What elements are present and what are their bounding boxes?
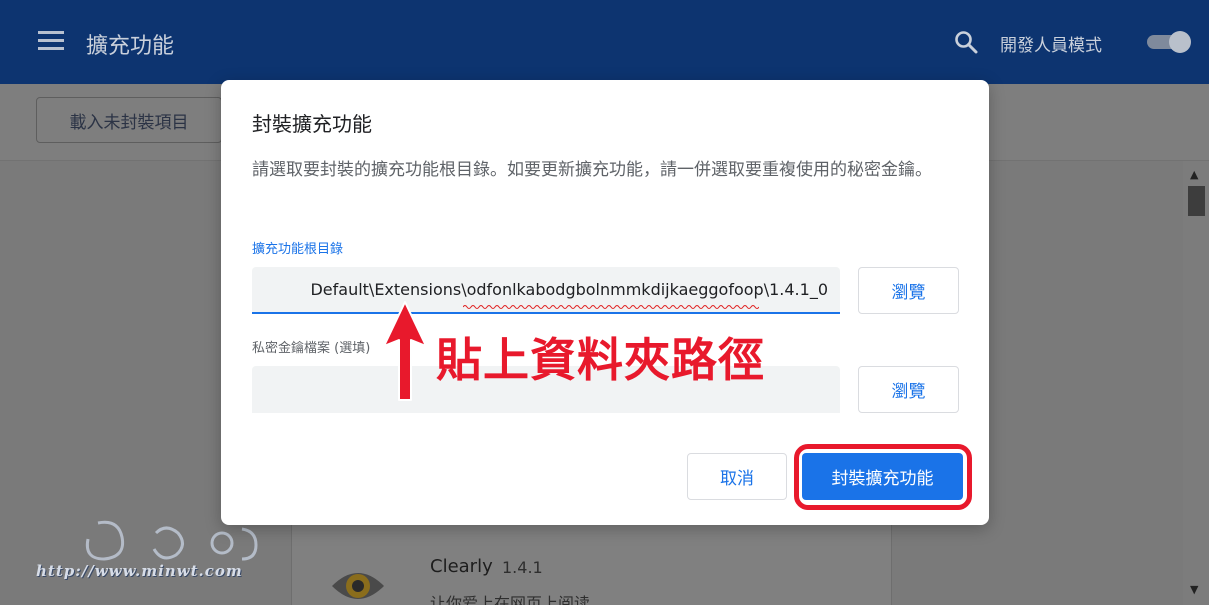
scroll-down-icon[interactable]: ▼ <box>1190 583 1198 596</box>
extension-description: 让你爱上在网页上阅读 <box>430 594 591 605</box>
pack-button-highlight <box>794 444 972 510</box>
dialog-title: 封裝擴充功能 <box>252 112 372 136</box>
scrollbar[interactable] <box>1183 161 1209 605</box>
menu-icon[interactable] <box>38 31 64 51</box>
eye-icon <box>332 573 384 599</box>
dialog-description: 請選取要封裝的擴充功能根目錄。如要更新擴充功能，請一併選取要重複使用的秘密金鑰。 <box>252 160 932 180</box>
load-unpacked-button[interactable]: 載入未封裝項目 <box>36 97 222 143</box>
scrollbar-thumb[interactable] <box>1188 186 1205 216</box>
extension-name: Clearly <box>430 556 493 577</box>
browse-key-button[interactable]: 瀏覽 <box>858 366 959 413</box>
root-directory-value: Default\Extensions\odfonlkabodgbolnmmkdi… <box>310 280 828 299</box>
spellcheck-underline <box>463 305 759 309</box>
page-title: 擴充功能 <box>86 34 175 59</box>
browse-root-button[interactable]: 瀏覽 <box>858 267 959 314</box>
search-icon[interactable] <box>954 30 978 54</box>
developer-mode-toggle[interactable] <box>1145 31 1191 53</box>
watermark-url: http://www.minwt.com <box>36 562 243 580</box>
private-key-label: 私密金鑰檔案 (選填) <box>252 341 371 356</box>
scroll-up-icon[interactable]: ▲ <box>1190 168 1198 181</box>
extension-version: 1.4.1 <box>502 558 543 577</box>
cancel-button[interactable]: 取消 <box>687 453 787 500</box>
annotation-text: 貼上資料夾路徑 <box>436 333 765 387</box>
root-directory-input[interactable]: Default\Extensions\odfonlkabodgbolnmmkdi… <box>252 267 840 314</box>
developer-mode-label: 開發人員模式 <box>1000 36 1102 56</box>
root-directory-label: 擴充功能根目錄 <box>252 242 344 257</box>
arrow-up-icon <box>383 301 427 401</box>
